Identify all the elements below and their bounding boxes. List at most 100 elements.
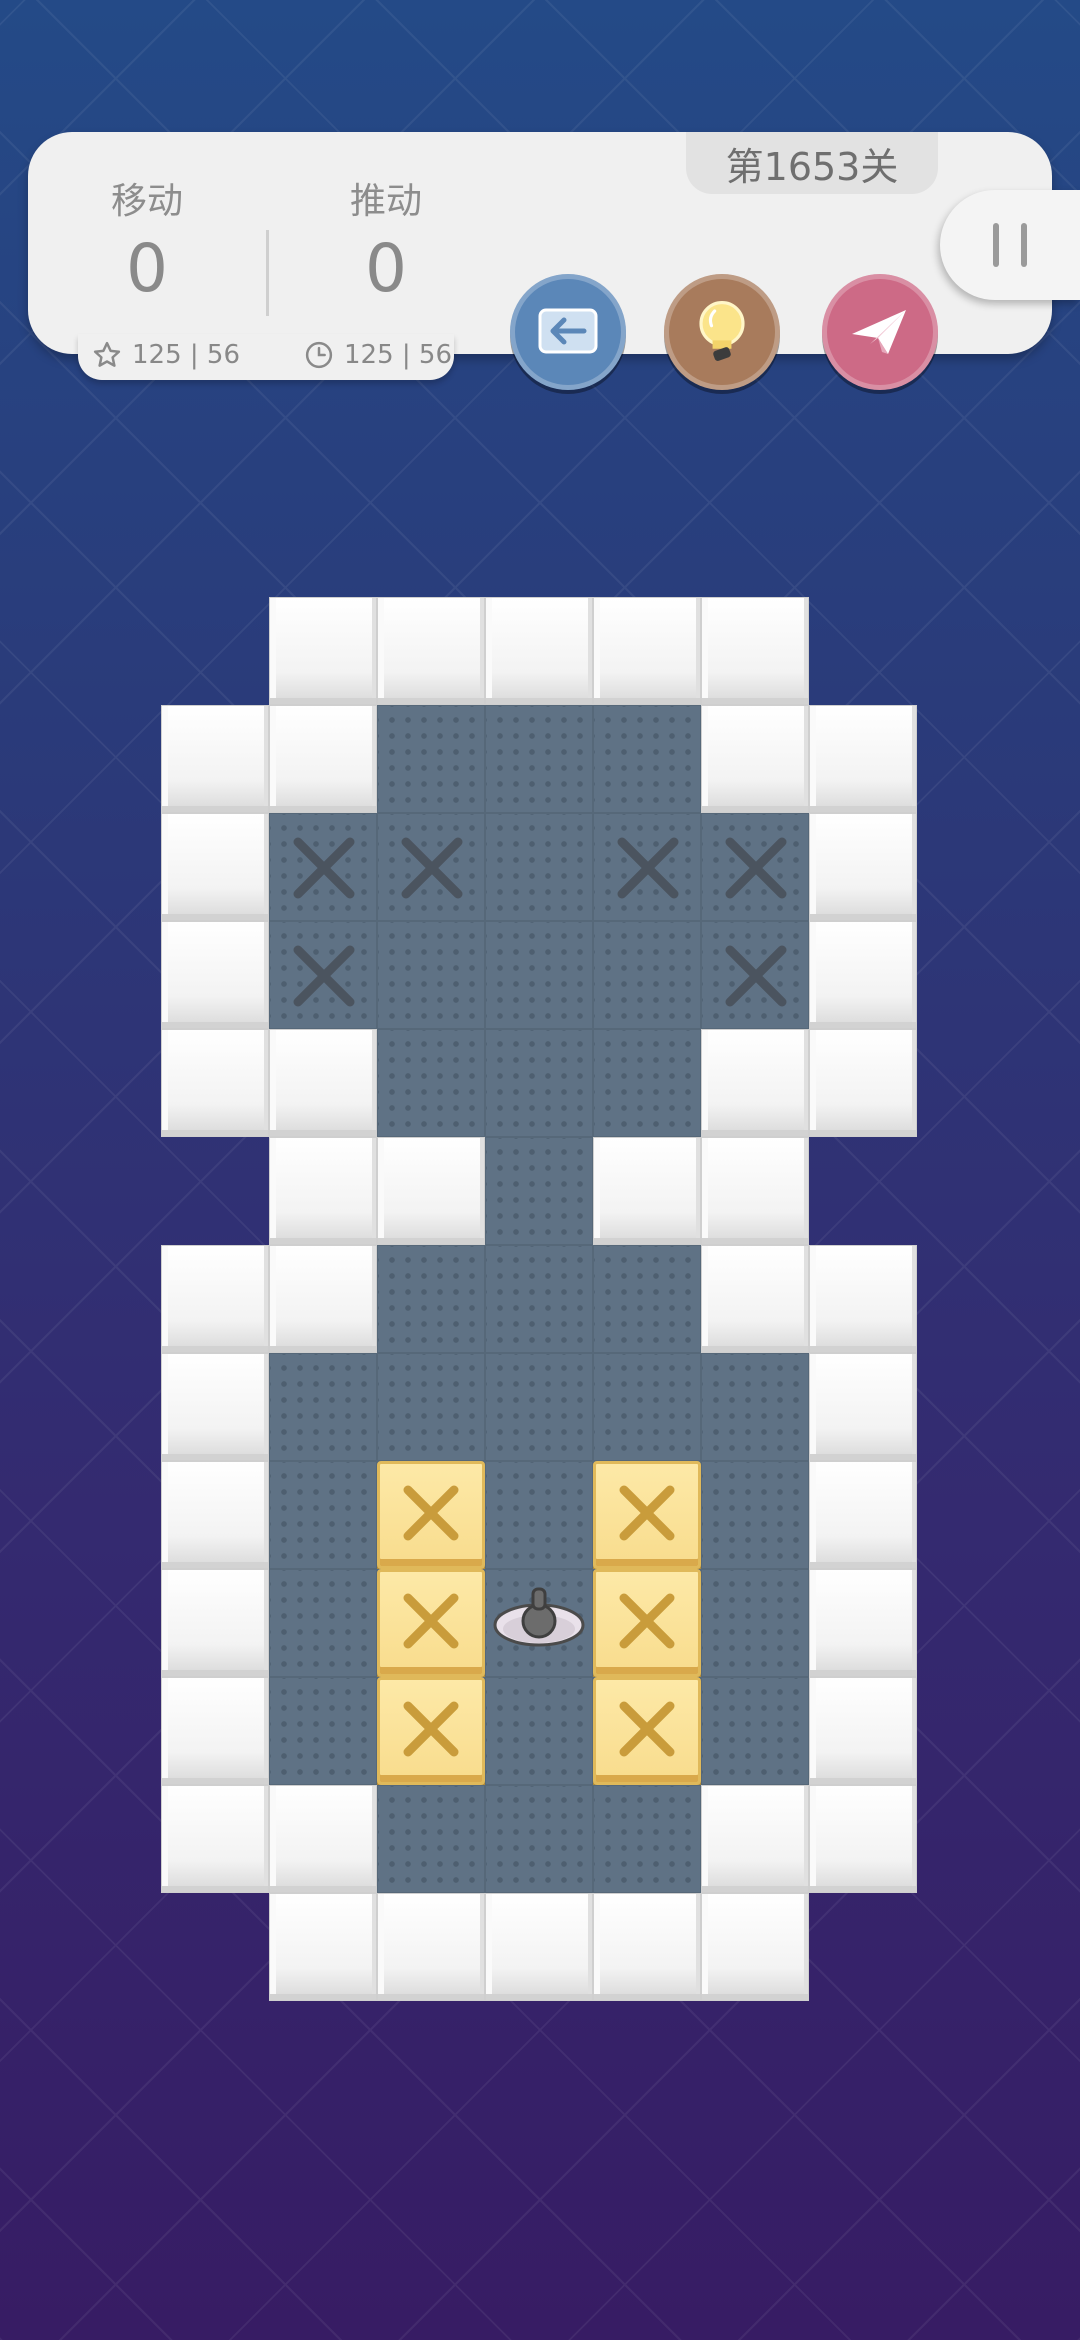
wall-tile (701, 1245, 809, 1353)
wall-tile (269, 1137, 377, 1245)
goal-tile (593, 813, 701, 921)
floor-tile (593, 705, 701, 813)
moves-label: 移动 (110, 181, 183, 222)
clock-icon (305, 341, 333, 369)
crate-x-icon (619, 1485, 675, 1541)
wall-tile (701, 597, 809, 705)
wall-tile (593, 1137, 701, 1245)
crate-box[interactable] (377, 1677, 485, 1785)
wall-tile (701, 1893, 809, 2001)
wall-tile (269, 1245, 377, 1353)
wall-tile (809, 1353, 917, 1461)
floor-tile (485, 1461, 593, 1569)
wall-tile (593, 1893, 701, 2001)
goal-x-icon (725, 945, 787, 1007)
crate-box[interactable] (593, 1677, 701, 1785)
wall-tile (161, 921, 269, 1029)
wall-tile (809, 1029, 917, 1137)
stats-divider (266, 230, 269, 316)
floor-tile (485, 1029, 593, 1137)
crate-box[interactable] (593, 1461, 701, 1569)
wall-tile (161, 813, 269, 921)
crate-box[interactable] (377, 1569, 485, 1677)
star-record: 125 | 56 (92, 340, 240, 370)
floor-tile (377, 1353, 485, 1461)
crate-x-icon (619, 1593, 675, 1649)
level-label: 第1653关 (686, 132, 938, 194)
crate-x-icon (619, 1701, 675, 1757)
share-button[interactable] (822, 274, 938, 390)
crate-x-icon (403, 1485, 459, 1541)
floor-tile (485, 705, 593, 813)
star-icon (93, 341, 121, 367)
crate-box[interactable] (377, 1461, 485, 1569)
crate-x-icon (403, 1701, 459, 1757)
wall-tile (701, 1785, 809, 1893)
pause-icon (993, 223, 999, 267)
back-arrow-icon (538, 308, 598, 354)
wall-tile (809, 1461, 917, 1569)
floor-tile (701, 1569, 809, 1677)
goal-tile (269, 921, 377, 1029)
wall-tile (161, 1353, 269, 1461)
wall-tile (161, 1569, 269, 1677)
wall-tile (809, 813, 917, 921)
goal-x-icon (293, 837, 355, 899)
floor-tile (701, 1677, 809, 1785)
floor-tile (377, 705, 485, 813)
floor-tile (485, 1245, 593, 1353)
floor-tile (485, 921, 593, 1029)
hint-button[interactable] (664, 274, 780, 390)
wall-tile (161, 1677, 269, 1785)
floor-tile (269, 1677, 377, 1785)
floor-tile (485, 1137, 593, 1245)
floor-tile (701, 1461, 809, 1569)
goal-x-icon (401, 837, 463, 899)
wall-tile (269, 1893, 377, 2001)
floor-tile (269, 1461, 377, 1569)
crate-box[interactable] (593, 1569, 701, 1677)
time-record-value: 125 | 56 (344, 340, 452, 370)
floor-tile (593, 1353, 701, 1461)
wall-tile (809, 1785, 917, 1893)
wall-tile (269, 1029, 377, 1137)
goal-tile (701, 813, 809, 921)
wall-tile (377, 597, 485, 705)
wall-tile (161, 1029, 269, 1137)
lightbulb-icon (699, 301, 745, 361)
goal-x-icon (293, 945, 355, 1007)
wall-tile (809, 705, 917, 813)
star-record-value: 125 | 56 (132, 340, 240, 370)
moves-counter: 0 (126, 230, 168, 307)
time-record: 125 | 56 (304, 340, 452, 370)
floor-tile (593, 921, 701, 1029)
wall-tile (269, 597, 377, 705)
pause-button[interactable] (940, 190, 1080, 300)
goal-x-icon (617, 837, 679, 899)
floor-tile (377, 1245, 485, 1353)
floor-tile (485, 813, 593, 921)
wall-tile (161, 1785, 269, 1893)
wall-tile (161, 1245, 269, 1353)
wall-tile (269, 705, 377, 813)
wall-tile (269, 1785, 377, 1893)
undo-button[interactable] (510, 274, 626, 390)
wall-tile (809, 1677, 917, 1785)
floor-tile (593, 1029, 701, 1137)
wall-tile (809, 1245, 917, 1353)
floor-tile (269, 1353, 377, 1461)
floor-tile (593, 1245, 701, 1353)
wall-tile (809, 1569, 917, 1677)
wall-tile (701, 1029, 809, 1137)
player-icon (493, 1587, 585, 1647)
floor-tile (377, 921, 485, 1029)
wall-tile (377, 1893, 485, 2001)
paper-plane-icon (852, 310, 906, 354)
floor-tile (485, 1353, 593, 1461)
wall-tile (701, 1137, 809, 1245)
wall-tile (809, 921, 917, 1029)
wall-tile (593, 597, 701, 705)
player-character[interactable] (485, 1569, 593, 1677)
wall-tile (161, 705, 269, 813)
floor-tile (485, 1785, 593, 1893)
